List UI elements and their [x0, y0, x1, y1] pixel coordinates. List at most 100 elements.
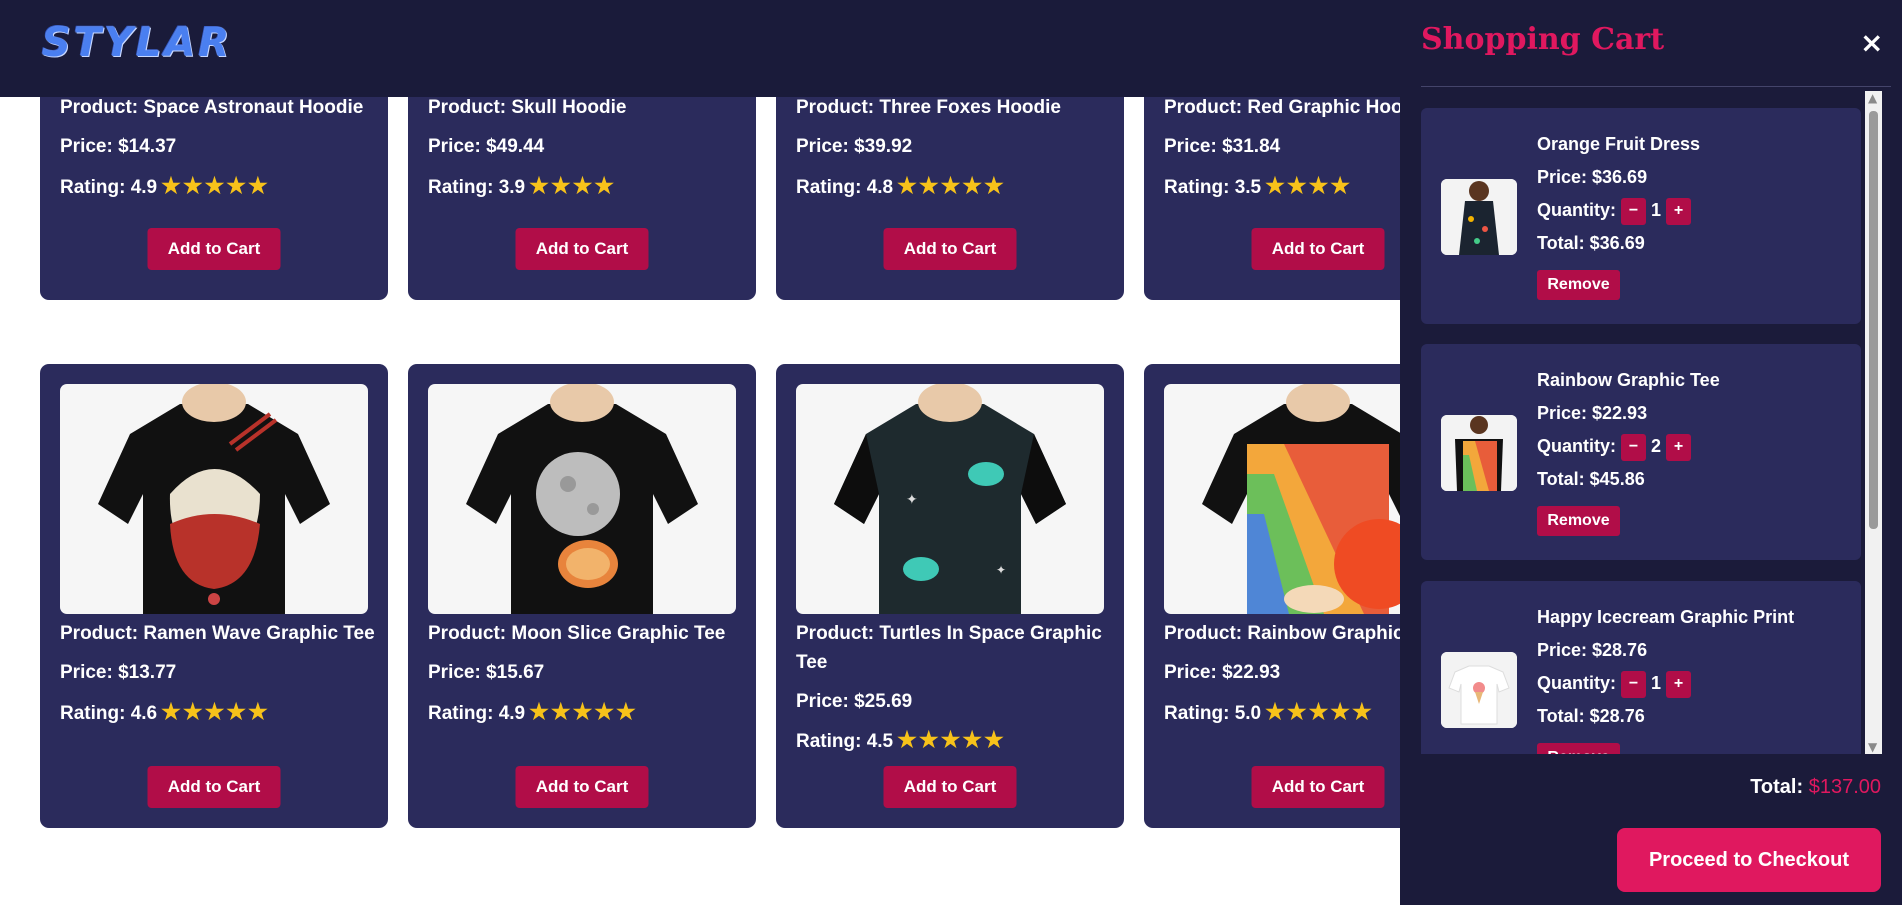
product-price: Price: $31.84 [1164, 136, 1281, 157]
cart-divider [1421, 86, 1891, 87]
increase-quantity-button[interactable]: + [1666, 433, 1692, 461]
cart-total-label: Total: [1750, 776, 1804, 798]
cart-item-thumbnail [1441, 652, 1517, 728]
cart-item-price: Price: $28.76 [1537, 640, 1648, 660]
cart-item-quantity: Quantity: −2 + [1537, 430, 1720, 463]
brand-logo[interactable]: STYLAR [42, 20, 232, 66]
rating-stars: ★★★★★ [1265, 699, 1374, 724]
add-to-cart-button[interactable]: Add to Cart [1251, 766, 1385, 808]
add-to-cart-button[interactable]: Add to Cart [515, 766, 649, 808]
remove-button[interactable]: Remove [1537, 743, 1620, 754]
product-name: Product: Skull Hoodie [428, 97, 627, 118]
product-image[interactable] [60, 384, 368, 614]
cart-item-name: Rainbow Graphic Tee [1537, 370, 1720, 390]
product-card: Product: Moon Slice Graphic Tee Price: $… [408, 364, 756, 828]
cart-item-price: Price: $22.93 [1537, 403, 1648, 423]
product-rating: Rating: 4.8 ★★★★★ [796, 173, 1006, 198]
dress-image [1441, 179, 1517, 255]
shopping-cart-panel: Shopping Cart × Orange Fruit Dress Price… [1400, 0, 1902, 905]
rating-stars: ★★★★★ [161, 173, 270, 198]
product-name: Product: Moon Slice Graphic Tee [428, 623, 726, 644]
quantity-value: 1 [1651, 673, 1662, 693]
scroll-down-arrow-icon[interactable]: ▼ [1868, 740, 1877, 754]
product-name: Product: Three Foxes Hoodie [796, 97, 1061, 118]
cart-item-thumbnail [1441, 179, 1517, 255]
product-price: Price: $13.77 [60, 662, 177, 683]
product-price: Price: $22.93 [1164, 662, 1281, 683]
increase-quantity-button[interactable]: + [1666, 197, 1692, 225]
cart-item-total: Total: $36.69 [1537, 233, 1645, 253]
cart-title: Shopping Cart [1421, 22, 1665, 57]
product-card: ✦ ✦ Product: Turtles In Space Graphic Te… [776, 364, 1124, 828]
product-name: Product: Rainbow Graphic Tee [1164, 623, 1441, 644]
product-rating: Rating: 5.0 ★★★★★ [1164, 699, 1374, 724]
product-name: Product: Space Astronaut Hoodie [60, 97, 364, 118]
cart-total: Total: $137.00 [1750, 776, 1881, 799]
product-rating: Rating: 4.6 ★★★★★ [60, 699, 270, 724]
proceed-to-checkout-button[interactable]: Proceed to Checkout [1617, 828, 1881, 892]
cart-scrollbar[interactable]: ▲ ▼ [1865, 91, 1882, 754]
cart-item-info: Happy Icecream Graphic Print Price: $28.… [1537, 601, 1794, 754]
product-rating: Rating: 3.9 ★★★★ [428, 173, 617, 198]
scroll-up-arrow-icon[interactable]: ▲ [1868, 91, 1877, 105]
cart-item-total: Total: $45.86 [1537, 469, 1645, 489]
cart-item-name: Orange Fruit Dress [1537, 134, 1701, 154]
cart-item-name: Happy Icecream Graphic Print [1537, 607, 1795, 627]
cart-item-quantity: Quantity: −1 + [1537, 194, 1700, 227]
cart-item: Orange Fruit Dress Price: $36.69 Quantit… [1421, 108, 1861, 324]
rating-stars: ★★★★★ [897, 173, 1006, 198]
product-price: Price: $39.92 [796, 136, 913, 157]
add-to-cart-button[interactable]: Add to Cart [147, 228, 281, 270]
rating-stars: ★★★★★ [161, 699, 270, 724]
remove-button[interactable]: Remove [1537, 506, 1620, 536]
svg-text:✦: ✦ [996, 563, 1006, 577]
tshirt-rainbow-thumb [1441, 415, 1517, 491]
product-rating: Rating: 4.5 ★★★★★ [796, 727, 1006, 752]
cart-item-thumbnail [1441, 415, 1517, 491]
remove-button[interactable]: Remove [1537, 270, 1620, 300]
tshirt-turtles-image: ✦ ✦ [834, 384, 1066, 614]
product-name: Product: Turtles In Space Graphic Tee [796, 623, 1102, 673]
rating-stars: ★★★★★ [529, 699, 638, 724]
tshirt-icecream-thumb [1441, 652, 1517, 728]
quantity-value: 2 [1651, 436, 1662, 456]
add-to-cart-button[interactable]: Add to Cart [1251, 228, 1385, 270]
close-icon[interactable]: × [1860, 26, 1883, 59]
cart-total-amount: $137.00 [1808, 776, 1881, 798]
decrease-quantity-button[interactable]: − [1621, 670, 1647, 698]
rating-stars: ★★★★★ [897, 727, 1006, 752]
product-rating: Rating: 4.9 ★★★★★ [428, 699, 638, 724]
rating-stars: ★★★★ [529, 173, 617, 198]
decrease-quantity-button[interactable]: − [1621, 197, 1647, 225]
product-grid: Product: Space Astronaut Hoodie Price: $… [0, 0, 1492, 905]
product-rating: Rating: 3.5 ★★★★ [1164, 173, 1353, 198]
product-price: Price: $49.44 [428, 136, 545, 157]
quantity-value: 1 [1651, 200, 1662, 220]
product-name: Product: Ramen Wave Graphic Tee [60, 623, 375, 644]
rating-stars: ★★★★ [1265, 173, 1353, 198]
product-rating: Rating: 4.9 ★★★★★ [60, 173, 270, 198]
increase-quantity-button[interactable]: + [1666, 670, 1692, 698]
scrollbar-thumb[interactable] [1869, 111, 1878, 529]
add-to-cart-button[interactable]: Add to Cart [515, 228, 649, 270]
product-image[interactable]: ✦ ✦ [796, 384, 1104, 614]
add-to-cart-button[interactable]: Add to Cart [883, 228, 1017, 270]
product-price: Price: $15.67 [428, 662, 545, 683]
product-price: Price: $25.69 [796, 691, 913, 712]
product-image[interactable] [428, 384, 736, 614]
decrease-quantity-button[interactable]: − [1621, 433, 1647, 461]
product-name: Product: Red Graphic Hoodie [1164, 97, 1431, 118]
cart-item-price: Price: $36.69 [1537, 167, 1648, 187]
cart-item-list[interactable]: Orange Fruit Dress Price: $36.69 Quantit… [1421, 91, 1861, 754]
cart-item-quantity: Quantity: −1 + [1537, 667, 1794, 700]
product-price: Price: $14.37 [60, 136, 177, 157]
svg-text:✦: ✦ [906, 492, 918, 508]
cart-item-total: Total: $28.76 [1537, 706, 1645, 726]
product-card: Product: Ramen Wave Graphic Tee Price: $… [40, 364, 388, 828]
cart-item: Rainbow Graphic Tee Price: $22.93 Quanti… [1421, 344, 1861, 560]
tshirt-ramen-image [98, 384, 330, 614]
cart-item-info: Orange Fruit Dress Price: $36.69 Quantit… [1537, 128, 1700, 300]
add-to-cart-button[interactable]: Add to Cart [147, 766, 281, 808]
add-to-cart-button[interactable]: Add to Cart [883, 766, 1017, 808]
tshirt-moon-image [466, 384, 698, 614]
